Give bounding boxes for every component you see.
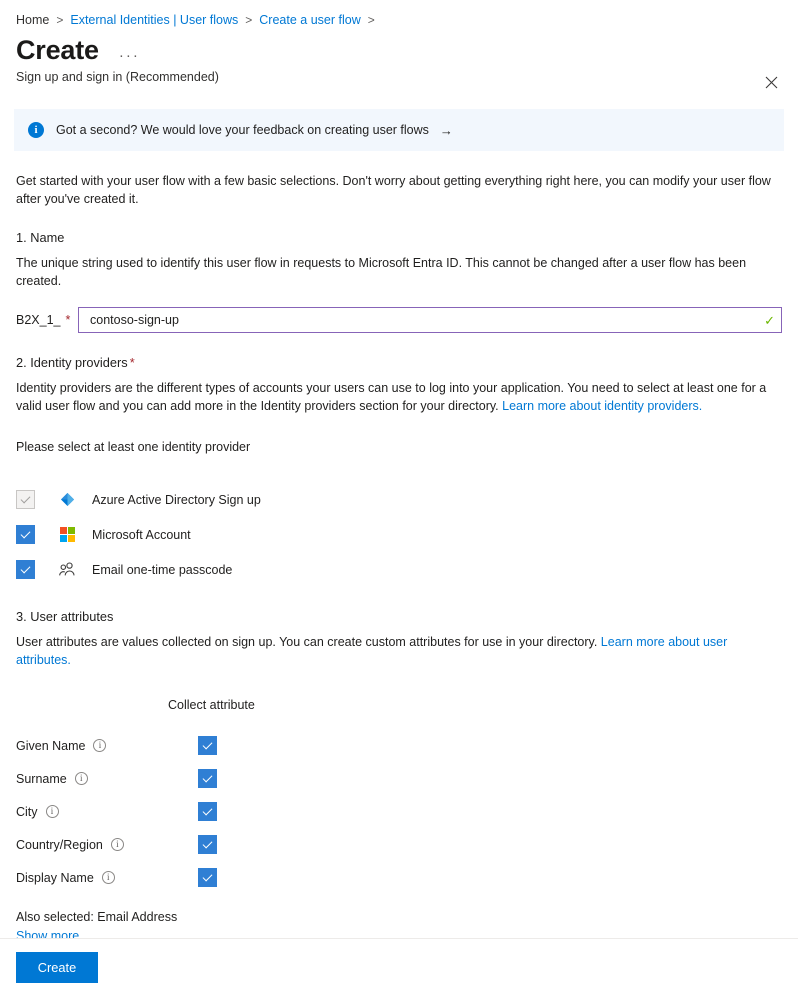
section-description-identity-providers: Identity providers are the different typ… xyxy=(16,379,782,415)
feedback-banner[interactable]: i Got a second? We would love your feedb… xyxy=(14,109,784,151)
identity-provider-row[interactable]: Email one-time passcode xyxy=(16,552,782,587)
section-heading-name: 1. Name xyxy=(16,229,782,247)
checkbox-collect-country-region[interactable] xyxy=(198,835,217,854)
name-prefix-text: B2X_1_ xyxy=(16,313,60,327)
user-flow-name-input[interactable] xyxy=(88,309,758,331)
name-input-wrapper[interactable]: ✓ xyxy=(78,307,782,333)
attribute-name-cell: City i xyxy=(16,805,198,819)
section-heading-user-attributes: 3. User attributes xyxy=(16,608,782,626)
identity-provider-label: Email one-time passcode xyxy=(92,563,232,577)
breadcrumb-item-home[interactable]: Home xyxy=(16,11,49,29)
attribute-name-cell: Given Name i xyxy=(16,739,198,753)
attribute-name-cell: Display Name i xyxy=(16,871,198,885)
people-icon xyxy=(58,561,76,579)
close-icon xyxy=(765,76,778,89)
checkbox-collect-display-name[interactable] xyxy=(198,868,217,887)
section-description-user-attributes: User attributes are values collected on … xyxy=(16,633,782,669)
info-icon: i xyxy=(28,122,44,138)
user-attributes-description-text: User attributes are values collected on … xyxy=(16,635,601,649)
title-row: Create ··· xyxy=(0,29,798,67)
user-attributes-table: Given Name i Surname i City i xyxy=(16,729,782,894)
identity-provider-row: Azure Active Directory Sign up xyxy=(16,482,782,517)
attribute-label: Given Name xyxy=(16,739,85,753)
table-row: Given Name i xyxy=(16,729,782,762)
breadcrumb-separator: > xyxy=(368,11,375,29)
table-row: Display Name i xyxy=(16,861,782,894)
attribute-label: Display Name xyxy=(16,871,94,885)
section-heading-identity-providers-text: 2. Identity providers xyxy=(16,355,128,370)
create-user-flow-blade: Home > External Identities | User flows … xyxy=(0,0,798,995)
breadcrumb-separator: > xyxy=(245,11,252,29)
info-circle-icon[interactable]: i xyxy=(46,805,59,818)
breadcrumb-separator: > xyxy=(56,11,63,29)
checkmark-icon: ✓ xyxy=(764,314,775,327)
feedback-banner-text: Got a second? We would love your feedbac… xyxy=(56,123,429,137)
name-prefix-label: B2X_1_ * xyxy=(16,313,78,327)
create-button[interactable]: Create xyxy=(16,952,98,983)
info-circle-icon[interactable]: i xyxy=(102,871,115,884)
identity-provider-hint: Please select at least one identity prov… xyxy=(16,438,782,456)
arrow-right-icon: → xyxy=(440,123,453,138)
checkbox-azure-active-directory-sign-up xyxy=(16,490,35,509)
checkbox-microsoft-account[interactable] xyxy=(16,525,35,544)
attribute-name-cell: Country/Region i xyxy=(16,838,198,852)
close-button[interactable] xyxy=(756,67,786,97)
table-row: Surname i xyxy=(16,762,782,795)
also-selected-text: Also selected: Email Address xyxy=(16,909,782,926)
identity-provider-label: Microsoft Account xyxy=(92,528,191,542)
required-marker: * xyxy=(130,355,135,370)
attribute-name-cell: Surname i xyxy=(16,772,198,786)
blade-footer: Create xyxy=(0,938,798,995)
intro-text: Get started with your user flow with a f… xyxy=(16,172,782,208)
checkbox-collect-given-name[interactable] xyxy=(198,736,217,755)
learn-more-identity-providers-link[interactable]: Learn more about identity providers. xyxy=(502,399,702,413)
name-field-row: B2X_1_ * ✓ xyxy=(16,307,782,333)
table-row: City i xyxy=(16,795,782,828)
breadcrumb: Home > External Identities | User flows … xyxy=(0,0,798,29)
section-heading-identity-providers: 2. Identity providers* xyxy=(16,354,782,372)
attribute-label: Surname xyxy=(16,772,67,786)
section-description-name: The unique string used to identify this … xyxy=(16,254,782,290)
required-marker: * xyxy=(65,313,70,327)
azure-ad-icon xyxy=(58,491,76,509)
page-title: Create xyxy=(16,33,99,67)
checkbox-email-one-time-passcode[interactable] xyxy=(16,560,35,579)
breadcrumb-item-create-a-user-flow[interactable]: Create a user flow xyxy=(259,11,360,29)
info-circle-icon[interactable]: i xyxy=(75,772,88,785)
identity-provider-row[interactable]: Microsoft Account xyxy=(16,517,782,552)
more-options-button[interactable]: ··· xyxy=(115,47,144,65)
info-circle-icon[interactable]: i xyxy=(111,838,124,851)
attribute-label: Country/Region xyxy=(16,838,103,852)
microsoft-logo-icon xyxy=(58,526,76,544)
checkbox-collect-city[interactable] xyxy=(198,802,217,821)
checkbox-collect-surname[interactable] xyxy=(198,769,217,788)
page-subtitle: Sign up and sign in (Recommended) xyxy=(0,67,798,86)
breadcrumb-item-external-identities[interactable]: External Identities | User flows xyxy=(70,11,238,29)
identity-provider-list: Azure Active Directory Sign up Microsoft… xyxy=(16,482,782,587)
identity-provider-label: Azure Active Directory Sign up xyxy=(92,493,261,507)
attribute-label: City xyxy=(16,805,38,819)
collect-attribute-column-header: Collect attribute xyxy=(168,698,782,712)
info-circle-icon[interactable]: i xyxy=(93,739,106,752)
table-row: Country/Region i xyxy=(16,828,782,861)
